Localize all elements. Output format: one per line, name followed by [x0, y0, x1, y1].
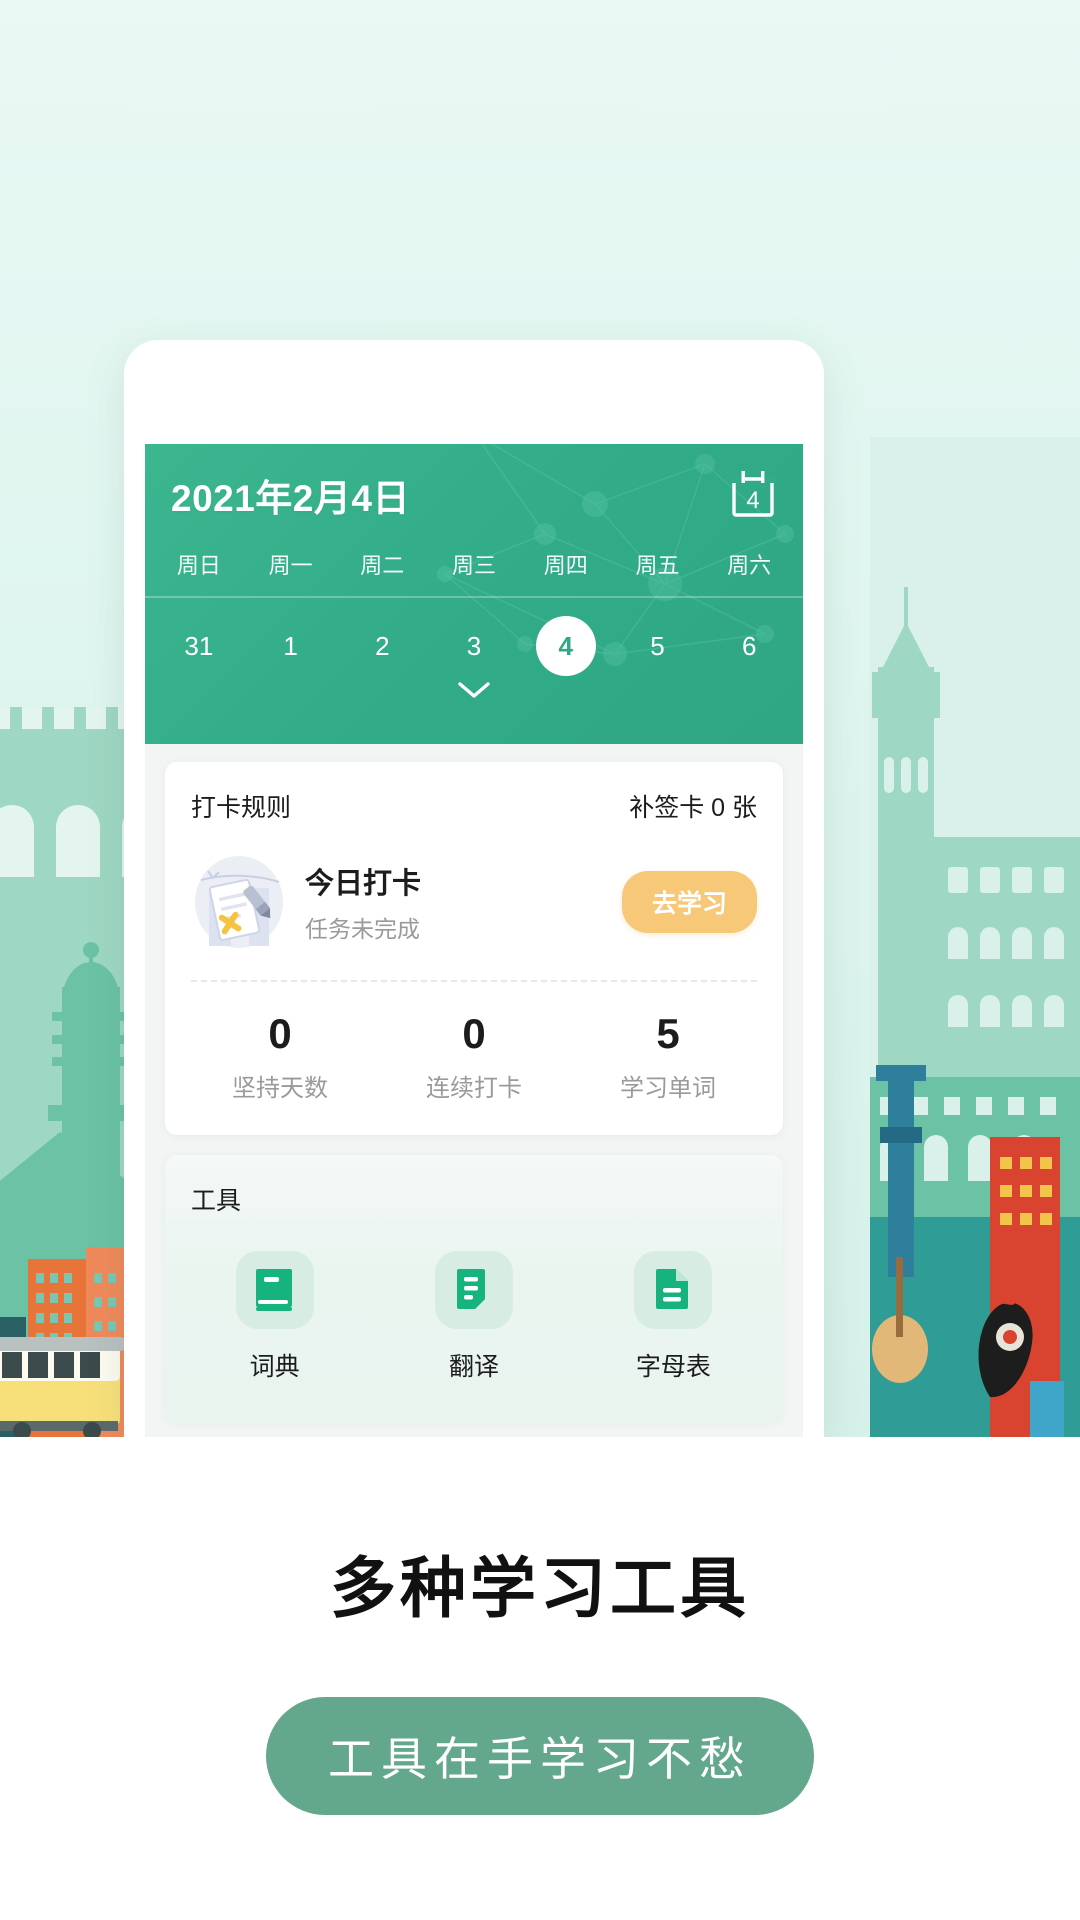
stat-caption: 连续打卡	[426, 1075, 522, 1102]
app-screen: 2021年2月4日 4 周日 周一 周二 周三 周四 周五 周六 31 1 2 …	[145, 444, 803, 1437]
day-cell-2[interactable]: 2	[336, 616, 428, 676]
tool-alphabet[interactable]: 字母表	[574, 1251, 773, 1383]
weekday-2: 周二	[360, 553, 405, 578]
stat-value: 5	[656, 1010, 680, 1057]
day-cell-3[interactable]: 3	[428, 616, 520, 676]
translate-document-icon	[434, 1251, 513, 1329]
promo-section: 多种学习工具 工具在手学习不愁	[0, 1437, 1080, 1920]
tools-card: 工具 词典 翻译 字母表	[165, 1155, 783, 1423]
tool-label: 翻译	[448, 1353, 499, 1381]
stats-row: 0 坚持天数 0 连续打卡 5 学习单词	[165, 982, 783, 1135]
day-number: 31	[184, 631, 214, 661]
day-number: 3	[466, 631, 482, 661]
checkin-row: 今日打卡 任务未完成 去学习	[165, 848, 783, 980]
page-title: 2021年2月4日	[171, 478, 410, 519]
day-cell-0[interactable]: 31	[153, 616, 245, 676]
tool-dictionary[interactable]: 词典	[175, 1251, 374, 1383]
stat-consecutive-checkin: 0 连续打卡	[377, 1010, 571, 1103]
promo-heading: 多种学习工具	[330, 1551, 750, 1625]
promo-banner: 2021年2月4日 4 周日 周一 周二 周三 周四 周五 周六 31 1 2 …	[0, 0, 1080, 1437]
day-number: 2	[375, 631, 390, 661]
stat-value: 0	[268, 1010, 292, 1057]
tool-label: 字母表	[635, 1353, 711, 1381]
checkin-card: 打卡规则 补签卡 0 张 今日打卡 任务未完成 去学习 0 坚持天数 0 连续打…	[165, 762, 783, 1135]
day-number: 1	[283, 631, 298, 661]
day-cell-6[interactable]: 6	[703, 616, 795, 676]
weekday-4: 周四	[543, 553, 588, 578]
stat-value: 0	[462, 1010, 486, 1057]
calendar-title-row: 2021年2月4日 4	[145, 444, 803, 522]
stat-caption: 坚持天数	[232, 1075, 328, 1102]
day-cell-5[interactable]: 5	[612, 616, 704, 676]
weekday-0: 周日	[176, 553, 221, 578]
checkin-rule-link[interactable]: 打卡规则	[191, 788, 291, 824]
phone-frame: 2021年2月4日 4 周日 周一 周二 周三 周四 周五 周六 31 1 2 …	[124, 340, 824, 1437]
makeup-card-count[interactable]: 补签卡 0 张	[629, 788, 757, 824]
day-cell-1[interactable]: 1	[245, 616, 337, 676]
day-row: 31 1 2 3 4 5 6	[145, 616, 803, 676]
city-silhouette-right	[870, 437, 1080, 1437]
calendar-icon[interactable]: 4	[729, 470, 777, 520]
day-number: 6	[741, 631, 757, 661]
tools-title: 工具	[191, 1187, 242, 1215]
stat-words-learned: 5 学习单词	[571, 1010, 765, 1103]
day-cell-4-selected[interactable]: 4	[520, 616, 612, 676]
checkin-title: 今日打卡	[305, 868, 422, 900]
stat-streak-days: 0 坚持天数	[183, 1010, 377, 1103]
expand-calendar-button[interactable]	[145, 680, 803, 716]
weekday-3: 周三	[452, 553, 497, 578]
tool-translate[interactable]: 翻译	[374, 1251, 573, 1383]
weekday-row: 周日 周一 周二 周三 周四 周五 周六	[145, 548, 803, 598]
go-study-button[interactable]: 去学习	[621, 871, 757, 933]
book-icon	[235, 1251, 314, 1329]
calendar-header: 2021年2月4日 4 周日 周一 周二 周三 周四 周五 周六 31 1 2 …	[145, 444, 803, 744]
day-number-selected: 4	[535, 616, 596, 676]
stat-caption: 学习单词	[620, 1075, 716, 1102]
chevron-down-icon	[458, 682, 490, 698]
svg-text:4: 4	[746, 487, 759, 514]
file-text-icon	[634, 1251, 713, 1329]
checkin-status: 任务未完成	[305, 916, 420, 942]
promo-pill-button[interactable]: 工具在手学习不愁	[266, 1697, 814, 1815]
checklist-illustration	[195, 856, 283, 948]
weekday-1: 周一	[268, 553, 313, 578]
checkin-card-header: 打卡规则 补签卡 0 张	[165, 762, 783, 848]
weekday-6: 周六	[727, 553, 772, 578]
screen-content: 打卡规则 补签卡 0 张 今日打卡 任务未完成 去学习 0 坚持天数 0 连续打…	[145, 744, 803, 1423]
tool-label: 词典	[249, 1353, 300, 1381]
day-number: 5	[650, 631, 665, 661]
checkin-texts: 今日打卡 任务未完成	[305, 860, 622, 944]
weekday-5: 周五	[635, 553, 680, 578]
tools-grid: 词典 翻译 字母表	[165, 1239, 783, 1423]
